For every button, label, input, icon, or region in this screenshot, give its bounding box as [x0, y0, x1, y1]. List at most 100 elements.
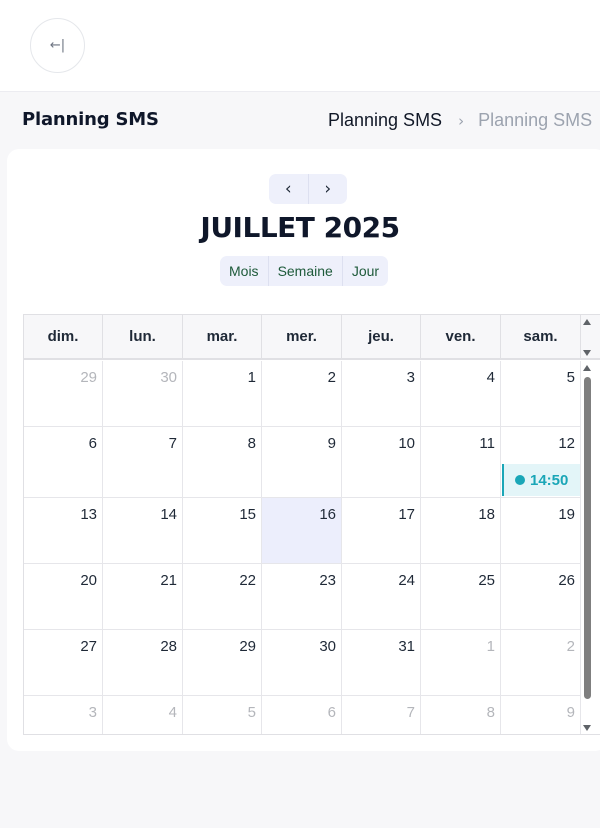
day-cell[interactable]: 4: [103, 696, 183, 734]
day-number[interactable]: 11: [479, 435, 495, 452]
day-number[interactable]: 4: [487, 369, 495, 386]
day-number[interactable]: 19: [558, 506, 575, 523]
day-number[interactable]: 2: [328, 369, 336, 386]
day-cell[interactable]: 13: [24, 498, 103, 563]
day-cell[interactable]: 24: [342, 564, 421, 629]
view-day-button[interactable]: Jour: [341, 256, 388, 286]
day-cell[interactable]: 10: [342, 427, 421, 497]
day-cell[interactable]: 9: [501, 696, 581, 734]
page-header: Planning SMS Planning SMS › Planning SMS: [0, 93, 600, 149]
day-cell[interactable]: 17: [342, 498, 421, 563]
day-number[interactable]: 27: [80, 638, 97, 655]
day-number[interactable]: 8: [248, 435, 256, 452]
day-number[interactable]: 5: [248, 704, 256, 721]
day-number[interactable]: 17: [398, 506, 415, 523]
day-number[interactable]: 23: [319, 572, 336, 589]
day-cell[interactable]: 12 14:50: [501, 427, 581, 497]
day-cell[interactable]: 18: [421, 498, 501, 563]
day-cell[interactable]: 19: [501, 498, 581, 563]
day-number[interactable]: 3: [89, 704, 97, 721]
day-number[interactable]: 30: [319, 638, 336, 655]
day-cell[interactable]: 1: [183, 361, 262, 426]
day-number[interactable]: 21: [160, 572, 177, 589]
day-cell[interactable]: 29: [24, 361, 103, 426]
day-number[interactable]: 7: [407, 704, 415, 721]
day-cell[interactable]: 11: [421, 427, 501, 497]
day-cell[interactable]: 8: [183, 427, 262, 497]
scroll-down-arrow[interactable]: [583, 350, 591, 356]
day-number[interactable]: 29: [239, 638, 256, 655]
day-number[interactable]: 25: [478, 572, 495, 589]
prev-month-button[interactable]: ‹: [269, 174, 308, 204]
day-cell[interactable]: 3: [342, 361, 421, 426]
day-cell[interactable]: 2: [501, 630, 581, 695]
day-cell[interactable]: 27: [24, 630, 103, 695]
day-cell[interactable]: 30: [103, 361, 183, 426]
next-month-button[interactable]: ›: [307, 174, 348, 204]
scroll-down-arrow[interactable]: [583, 725, 591, 731]
day-number[interactable]: 15: [239, 506, 256, 523]
scroll-up-arrow[interactable]: [583, 319, 591, 325]
day-number[interactable]: 6: [89, 435, 97, 452]
day-cell[interactable]: 21: [103, 564, 183, 629]
day-number[interactable]: 8: [487, 704, 495, 721]
day-cell[interactable]: 25: [421, 564, 501, 629]
day-number[interactable]: 29: [80, 369, 97, 386]
day-cell[interactable]: 7: [103, 427, 183, 497]
view-week-button[interactable]: Semaine: [267, 256, 342, 286]
day-number[interactable]: 20: [80, 572, 97, 589]
day-cell[interactable]: 26: [501, 564, 581, 629]
day-number[interactable]: 18: [478, 506, 495, 523]
calendar-event[interactable]: 14:50: [502, 464, 580, 496]
day-cell[interactable]: 20: [24, 564, 103, 629]
day-cell[interactable]: 3: [24, 696, 103, 734]
day-number[interactable]: 4: [169, 704, 177, 721]
day-number[interactable]: 31: [398, 638, 415, 655]
scrollbar-thumb[interactable]: [584, 377, 591, 699]
day-number[interactable]: 9: [328, 435, 336, 452]
day-number[interactable]: 3: [407, 369, 415, 386]
day-number[interactable]: 1: [487, 638, 495, 655]
day-number[interactable]: 2: [567, 638, 575, 655]
day-cell[interactable]: 16: [262, 498, 342, 563]
day-cell[interactable]: 8: [421, 696, 501, 734]
day-number[interactable]: 9: [567, 704, 575, 721]
day-cell[interactable]: 6: [262, 696, 342, 734]
day-number[interactable]: 10: [398, 435, 415, 452]
day-number[interactable]: 16: [319, 506, 336, 523]
day-number[interactable]: 5: [567, 369, 575, 386]
day-number[interactable]: 12: [558, 435, 575, 452]
day-number[interactable]: 1: [248, 369, 256, 386]
day-cell[interactable]: 2: [262, 361, 342, 426]
day-cell[interactable]: 29: [183, 630, 262, 695]
day-cell[interactable]: 4: [421, 361, 501, 426]
day-number[interactable]: 14: [160, 506, 177, 523]
day-cell[interactable]: 5: [501, 361, 581, 426]
day-number[interactable]: 6: [328, 704, 336, 721]
breadcrumb-link[interactable]: Planning SMS: [328, 110, 442, 131]
day-number[interactable]: 24: [398, 572, 415, 589]
day-number[interactable]: 26: [558, 572, 575, 589]
day-cell[interactable]: 23: [262, 564, 342, 629]
day-cell[interactable]: 31: [342, 630, 421, 695]
day-number[interactable]: 13: [80, 506, 97, 523]
day-number[interactable]: 22: [239, 572, 256, 589]
day-cell[interactable]: 6: [24, 427, 103, 497]
day-cell[interactable]: 22: [183, 564, 262, 629]
day-number[interactable]: 7: [169, 435, 177, 452]
day-cell[interactable]: 15: [183, 498, 262, 563]
day-cell[interactable]: 9: [262, 427, 342, 497]
day-cell[interactable]: 14: [103, 498, 183, 563]
day-number[interactable]: 30: [160, 369, 177, 386]
sidebar-collapse-button[interactable]: ←|: [30, 18, 85, 73]
day-number[interactable]: 28: [160, 638, 177, 655]
day-cell[interactable]: 7: [342, 696, 421, 734]
day-cell[interactable]: 28: [103, 630, 183, 695]
calendar-nav: ‹ ›: [269, 174, 347, 204]
day-cell[interactable]: 30: [262, 630, 342, 695]
event-dot-icon: [515, 475, 525, 485]
view-month-button[interactable]: Mois: [220, 256, 268, 286]
day-cell[interactable]: 1: [421, 630, 501, 695]
scroll-up-arrow[interactable]: [583, 365, 591, 371]
day-cell[interactable]: 5: [183, 696, 262, 734]
